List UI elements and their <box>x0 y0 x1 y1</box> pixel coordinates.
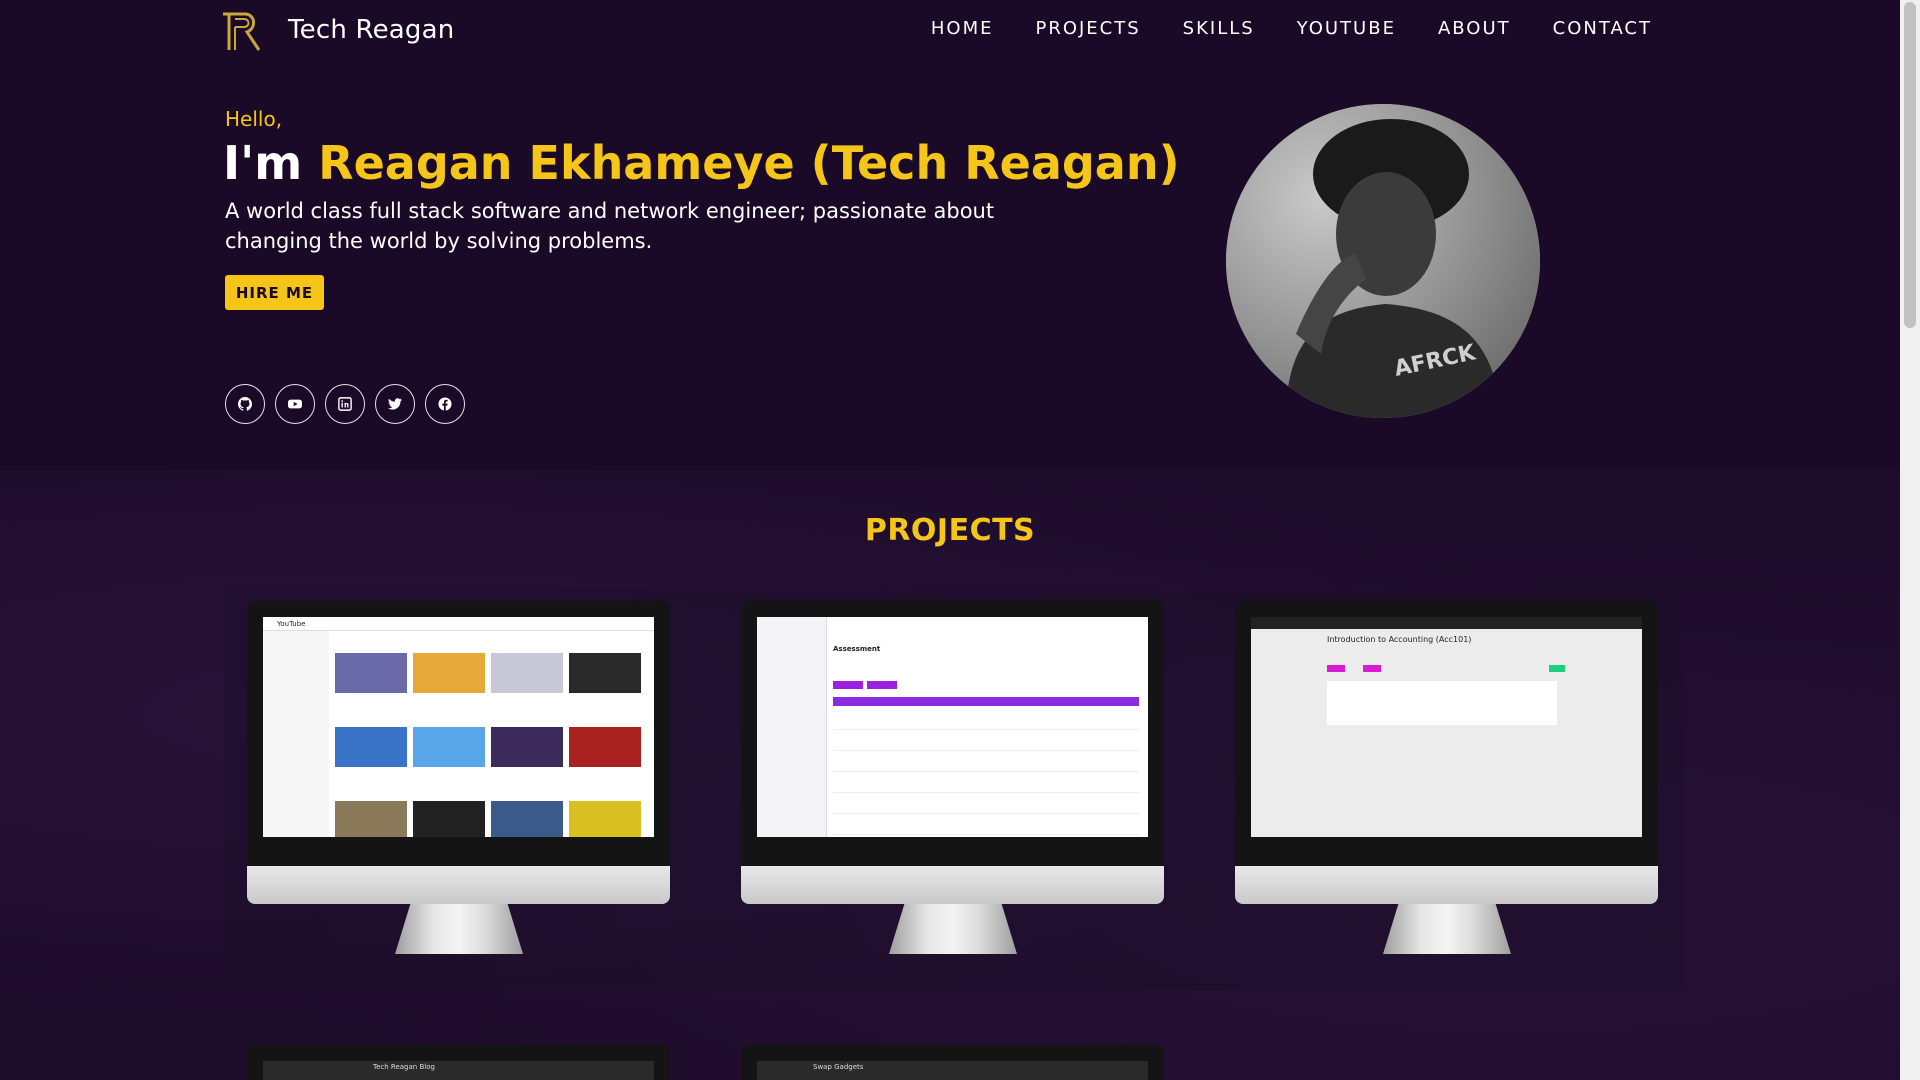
hire-me-button[interactable]: HIRE ME <box>225 275 324 310</box>
project-card-youtube[interactable]: YouTube <box>247 601 670 954</box>
nav-home[interactable]: HOME <box>931 18 994 39</box>
monitor-chin <box>741 866 1164 904</box>
logo-icon[interactable] <box>219 8 265 54</box>
page-scrollbar[interactable] <box>1900 0 1920 1080</box>
project-screen-title: Tech Reagan Blog <box>373 1063 435 1071</box>
facebook-link[interactable] <box>425 384 465 424</box>
brand-name[interactable]: Tech Reagan <box>288 15 454 45</box>
projects-title: PROJECTS <box>864 513 1036 548</box>
monitor-stand <box>395 904 523 954</box>
facebook-icon <box>438 397 452 411</box>
project-card-blog[interactable]: Tech Reagan Blog <box>247 1045 670 1080</box>
youtube-icon <box>288 399 302 409</box>
youtube-link[interactable] <box>275 384 315 424</box>
project-screenshot: YouTube <box>263 617 654 837</box>
monitor-chin <box>1235 866 1658 904</box>
project-card-swap-gadgets[interactable]: Swap Gadgets <box>741 1045 1164 1080</box>
hero-greeting: Hello, <box>225 107 283 131</box>
scrollbar-thumb[interactable] <box>1904 2 1916 328</box>
project-screenshot: Assessment <box>757 617 1148 837</box>
top-navbar: Tech Reagan HOME PROJECTS SKILLS YOUTUBE… <box>0 0 1900 62</box>
monitor-chin <box>247 866 670 904</box>
nav-contact[interactable]: CONTACT <box>1553 18 1652 39</box>
hero-intro: I'm <box>223 136 303 190</box>
project-card-quiz[interactable]: Introduction to Accounting (Acc101) <box>1235 601 1658 954</box>
project-screen-title: Assessment <box>833 645 881 653</box>
twitter-link[interactable] <box>375 384 415 424</box>
github-icon <box>238 397 252 411</box>
nav-projects[interactable]: PROJECTS <box>1035 18 1140 39</box>
twitter-icon <box>388 398 402 410</box>
nav-about[interactable]: ABOUT <box>1438 18 1511 39</box>
github-link[interactable] <box>225 384 265 424</box>
project-screen-title: Introduction to Accounting (Acc101) <box>1327 635 1472 644</box>
social-links <box>225 384 465 424</box>
monitor-stand <box>1383 904 1511 954</box>
nav-links: HOME PROJECTS SKILLS YOUTUBE ABOUT CONTA… <box>931 18 1652 39</box>
nav-youtube[interactable]: YOUTUBE <box>1297 18 1396 39</box>
profile-photo: AFRCK <box>1226 104 1540 418</box>
monitor-stand <box>889 904 1017 954</box>
project-card-assessment[interactable]: Assessment <box>741 601 1164 954</box>
linkedin-icon <box>338 397 352 411</box>
profile-photo-image: AFRCK <box>1226 104 1540 418</box>
project-screenshot: Introduction to Accounting (Acc101) <box>1251 617 1642 837</box>
project-screen-title: Swap Gadgets <box>813 1063 864 1071</box>
project-screenshot: Tech Reagan Blog <box>263 1061 654 1080</box>
linkedin-link[interactable] <box>325 384 365 424</box>
hero-headline: I'm Reagan Ekhameye (Tech Reagan) <box>223 136 1180 190</box>
hero-name: Reagan Ekhameye (Tech Reagan) <box>318 136 1180 190</box>
project-screen-title: YouTube <box>277 620 306 628</box>
project-screenshot: Swap Gadgets <box>757 1061 1148 1080</box>
hero-tagline: A world class full stack software and ne… <box>225 199 995 253</box>
nav-skills[interactable]: SKILLS <box>1183 18 1255 39</box>
